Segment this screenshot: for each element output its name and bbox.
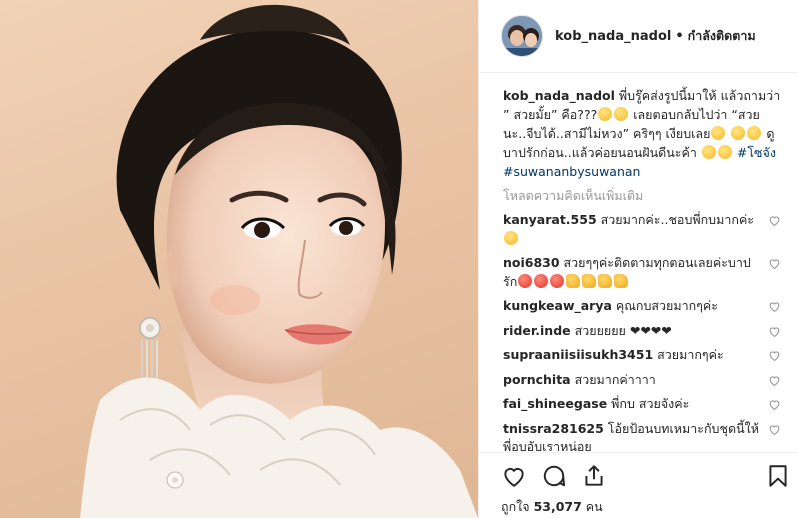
thumbs-up-emoji-icon — [598, 273, 613, 288]
comment-username[interactable]: kungkeaw_arya — [503, 298, 612, 313]
following-button[interactable]: กำลังติดตาม — [688, 26, 756, 46]
likes-suffix: คน — [585, 499, 603, 514]
post-details-panel: kob_nada_nadol • กำลังติดตาม kob_nada_na… — [478, 0, 798, 518]
comment-item: supraaniisiisukh3451 สวยมากๆค่ะ — [503, 346, 789, 365]
heart-eyes-emoji-icon — [534, 273, 549, 288]
comment-item: rider.inde สวยยยยย ❤❤❤❤ — [503, 322, 789, 341]
portrait-illustration — [80, 4, 478, 518]
rolling-eyes-emoji-icon — [614, 107, 629, 121]
kiss-emoji-icon — [701, 145, 716, 159]
hashtag-link[interactable]: #suwananbysuwanan — [503, 164, 640, 179]
tongue-emoji-icon — [711, 126, 726, 140]
comment-username[interactable]: rider.inde — [503, 323, 571, 338]
like-comment-heart-icon[interactable] — [768, 398, 781, 411]
comment-item: kanyarat.555 สวยมากค่ะ..ชอบพี่กบมากค่ะ — [503, 211, 789, 248]
likes-prefix: ถูกใจ — [501, 499, 530, 514]
rolling-eyes-emoji-icon — [598, 107, 613, 121]
thumbs-up-emoji-icon — [582, 273, 597, 288]
comment-item: noi6830 สวยๆๆค่ะติดตามทุกตอนเลยค่ะบาปรัก — [503, 254, 789, 291]
heart-eyes-emoji-icon — [550, 273, 565, 288]
heart-icon[interactable] — [501, 463, 527, 489]
bookmark-icon[interactable] — [765, 463, 791, 489]
post-author-username[interactable]: kob_nada_nadol — [555, 29, 671, 44]
comment-text: พี่กบ สวยจังค่ะ — [607, 396, 690, 411]
thumbs-up-emoji-icon — [614, 273, 629, 288]
post-photo[interactable] — [0, 0, 478, 518]
like-comment-heart-icon[interactable] — [768, 374, 781, 387]
likes-number: 53,077 — [533, 499, 582, 514]
comment-text: สวยมากๆค่ะ — [653, 347, 724, 362]
share-icon[interactable] — [581, 463, 607, 489]
comment-username[interactable]: kanyarat.555 — [503, 212, 597, 227]
comment-username[interactable]: noi6830 — [503, 255, 560, 270]
comment-item: fai_shineegase พี่กบ สวยจังค่ะ — [503, 395, 789, 414]
comment-icon[interactable] — [541, 463, 567, 489]
avatar[interactable] — [501, 15, 543, 57]
comment-username[interactable]: pornchita — [503, 372, 571, 387]
post-action-bar: ถูกใจ 53,077 คน — [479, 452, 798, 518]
like-comment-heart-icon[interactable] — [768, 300, 781, 313]
comment-item: kungkeaw_arya คุณกบสวยมากๆค่ะ — [503, 297, 789, 316]
tongue-emoji-icon — [731, 126, 746, 140]
like-comment-heart-icon[interactable] — [768, 349, 781, 362]
caption-username[interactable]: kob_nada_nadol — [503, 88, 615, 103]
comment-username[interactable]: tnissra281625 — [503, 421, 604, 436]
comment-username[interactable]: fai_shineegase — [503, 396, 607, 411]
hashtag-link[interactable]: #โซจัง — [737, 145, 776, 160]
like-comment-heart-icon[interactable] — [768, 423, 781, 436]
like-comment-heart-icon[interactable] — [768, 214, 781, 227]
comments-section: kob_nada_nadol พี่บรู๊คส่งรูปนี้มาให้ แล… — [503, 86, 789, 457]
likes-count[interactable]: ถูกใจ 53,077 คน — [501, 497, 603, 517]
like-comment-heart-icon[interactable] — [768, 257, 781, 270]
post-header: kob_nada_nadol • กำลังติดตาม — [479, 0, 798, 73]
post-caption: kob_nada_nadol พี่บรู๊คส่งรูปนี้มาให้ แล… — [503, 86, 789, 181]
comment-item: tnissra281625 โอ้ยป้อนบทเหมาะกับชุดนี้ให… — [503, 420, 789, 457]
avatar-image — [502, 16, 542, 56]
comment-text: สวยมากค่าาาา — [570, 371, 656, 387]
comment-text: สวยมากค่ะ..ชอบพี่กบมากค่ะ — [596, 212, 755, 227]
load-more-comments-link[interactable]: โหลดความคิดเห็นเพิ่มเติม — [503, 187, 789, 205]
heart-eyes-emoji-icon — [518, 273, 533, 288]
like-comment-heart-icon[interactable] — [768, 325, 781, 338]
heart-eyes-emoji-icon — [504, 230, 518, 245]
comment-item: pornchita สวยมากค่าาาา — [503, 371, 789, 390]
tongue-emoji-icon — [747, 126, 762, 140]
comment-text: สวยยยยย ❤❤❤❤ — [570, 322, 672, 338]
header-separator: • — [675, 28, 684, 44]
comment-username[interactable]: supraaniisiisukh3451 — [503, 347, 653, 362]
kiss-emoji-icon — [717, 145, 732, 159]
comment-text: คุณกบสวยมากๆค่ะ — [611, 298, 718, 313]
thumbs-up-emoji-icon — [566, 273, 581, 288]
